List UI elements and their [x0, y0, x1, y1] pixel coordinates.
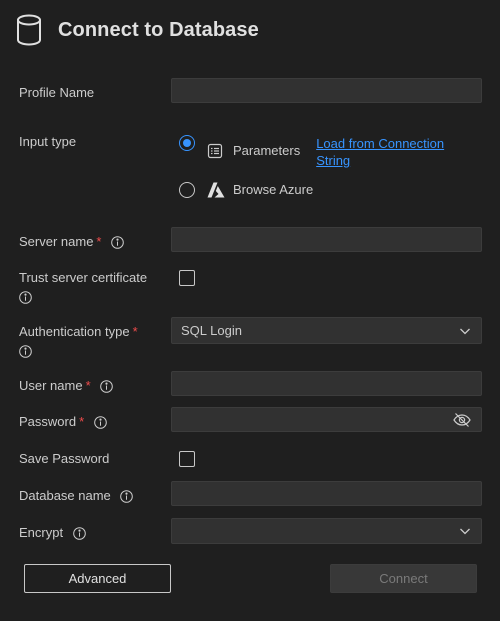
- connect-dialog: Connect to Database Profile Name Input t…: [0, 0, 500, 621]
- database-name-label: Database name: [19, 488, 134, 504]
- advanced-button[interactable]: Advanced: [24, 564, 171, 593]
- auth-type-label: Authentication type *: [19, 324, 138, 358]
- trust-cert-checkbox[interactable]: [179, 270, 195, 286]
- page-title: Connect to Database: [58, 18, 259, 41]
- save-password-checkbox[interactable]: [179, 451, 195, 467]
- database-icon: [14, 12, 44, 48]
- info-icon[interactable]: [111, 236, 124, 249]
- chevron-down-icon: [459, 325, 471, 337]
- server-name-label: Server name *: [19, 234, 124, 250]
- database-name-input[interactable]: [171, 481, 482, 506]
- trust-cert-label-text: Trust server certificate: [19, 270, 148, 285]
- info-icon[interactable]: [93, 416, 107, 429]
- info-icon[interactable]: [19, 291, 32, 304]
- auth-type-select[interactable]: SQL Login: [171, 317, 482, 344]
- info-icon[interactable]: [19, 345, 32, 358]
- parameters-label: Parameters: [233, 143, 301, 158]
- user-name-label: User name *: [19, 378, 114, 394]
- profile-name-label: Profile Name: [19, 85, 94, 101]
- required-marker: *: [85, 378, 91, 393]
- parameters-icon: [207, 143, 223, 159]
- browse-azure-label: Browse Azure: [233, 182, 314, 197]
- encrypt-label-text: Encrypt: [19, 525, 64, 540]
- input-type-label: Input type: [19, 134, 76, 150]
- browse-azure-radio[interactable]: [179, 182, 195, 198]
- input-type-parameters-option[interactable]: Parameters Load from Connection String: [179, 135, 466, 169]
- chevron-down-icon: [459, 525, 471, 537]
- encrypt-label: Encrypt: [19, 525, 86, 541]
- input-type-azure-option[interactable]: Browse Azure: [179, 182, 313, 198]
- profile-name-input[interactable]: [171, 78, 482, 103]
- save-password-label-text: Save Password: [19, 451, 110, 466]
- info-icon[interactable]: [100, 380, 114, 393]
- trust-cert-label: Trust server certificate: [19, 270, 147, 304]
- profile-name-label-text: Profile Name: [19, 85, 95, 100]
- required-marker: *: [96, 234, 102, 249]
- server-name-input[interactable]: [171, 227, 482, 252]
- dialog-header: Connect to Database: [14, 12, 259, 48]
- database-name-label-text: Database name: [19, 488, 111, 503]
- user-name-input[interactable]: [171, 371, 482, 396]
- save-password-label: Save Password: [19, 451, 109, 467]
- parameters-radio[interactable]: [179, 135, 195, 151]
- connect-button[interactable]: Connect: [330, 564, 477, 593]
- server-name-label-text: Server name: [19, 234, 94, 249]
- required-marker: *: [132, 324, 138, 339]
- info-icon[interactable]: [120, 490, 134, 503]
- azure-icon: [207, 182, 225, 198]
- password-field[interactable]: [171, 407, 482, 432]
- encrypt-select[interactable]: [171, 518, 482, 544]
- auth-type-label-text: Authentication type: [19, 324, 130, 339]
- password-label-text: Password: [19, 414, 77, 429]
- password-label: Password *: [19, 414, 107, 430]
- load-connection-string-link[interactable]: Load from Connection String: [316, 135, 466, 169]
- input-type-label-text: Input type: [19, 134, 77, 149]
- user-name-label-text: User name: [19, 378, 83, 393]
- eye-off-icon[interactable]: [453, 412, 471, 428]
- required-marker: *: [79, 414, 85, 429]
- info-icon[interactable]: [72, 527, 86, 540]
- auth-type-value: SQL Login: [181, 323, 242, 338]
